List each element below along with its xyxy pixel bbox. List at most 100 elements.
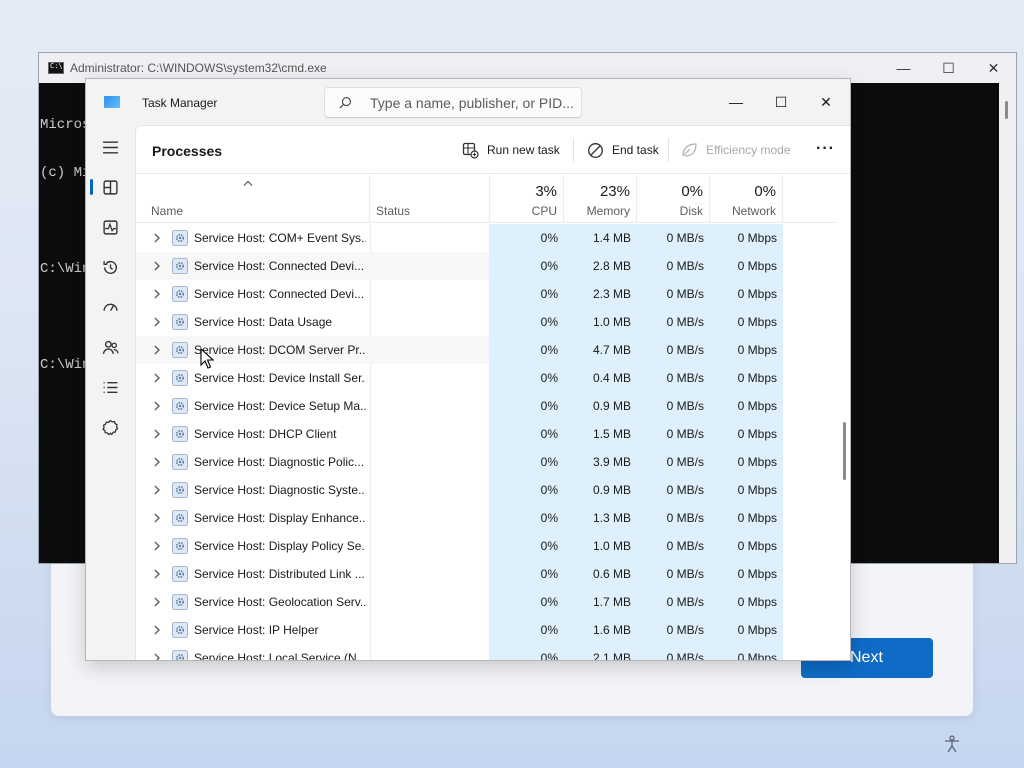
service-gear-icon <box>172 482 188 498</box>
process-disk: 0 MB/s <box>666 287 704 301</box>
chevron-right-icon[interactable] <box>153 261 161 271</box>
process-memory: 0.9 MB <box>592 399 631 413</box>
chevron-right-icon[interactable] <box>153 541 161 551</box>
end-task-label: End task <box>612 143 659 157</box>
process-name: Service Host: DCOM Server Pr... <box>194 343 366 357</box>
run-new-task-button[interactable]: Run new task <box>462 140 560 160</box>
chevron-right-icon[interactable] <box>153 457 161 467</box>
process-cpu: 0% <box>540 539 558 553</box>
accessibility-icon[interactable] <box>942 734 962 754</box>
cmd-maximize-button[interactable]: ☐ <box>926 60 971 77</box>
chevron-right-icon[interactable] <box>153 653 161 661</box>
table-row[interactable]: Service Host: Device Setup Ma... 0% 0.9 MB… <box>136 392 836 420</box>
chevron-right-icon[interactable] <box>153 401 161 411</box>
table-row[interactable]: Service Host: Diagnostic Polic... 0% 3.9 M… <box>136 448 836 476</box>
chevron-right-icon[interactable] <box>153 513 161 523</box>
process-network: 0 Mbps <box>737 343 777 357</box>
table-row[interactable]: Service Host: Diagnostic Syste... 0% 0.9 M… <box>136 476 836 504</box>
column-header-cpu[interactable]: 3% CPU <box>490 175 564 223</box>
chevron-right-icon[interactable] <box>153 429 161 439</box>
table-row[interactable]: Service Host: Data Usage 0% 1.0 MB 0 MB/s 0 … <box>136 308 836 336</box>
cmd-scrollbar-thumb[interactable] <box>1005 101 1008 119</box>
cmd-minimize-button[interactable]: — <box>881 60 926 76</box>
process-memory: 2.3 MB <box>592 287 631 301</box>
process-name: Service Host: Display Policy Se... <box>194 539 366 553</box>
cmd-close-button[interactable]: ✕ <box>971 60 1016 77</box>
nav-item-app-history[interactable] <box>91 251 129 283</box>
nav-menu-button[interactable] <box>91 131 129 163</box>
table-row[interactable]: Service Host: DCOM Server Pr... 0% 4.7 MB 0… <box>136 336 836 364</box>
table-row[interactable]: Service Host: Connected Devi... 0% 2.3 MB 0… <box>136 280 836 308</box>
chevron-right-icon[interactable] <box>153 625 161 635</box>
process-memory: 1.7 MB <box>592 595 631 609</box>
cmd-scrollbar[interactable] <box>999 83 1016 563</box>
process-name: Service Host: Display Enhance... <box>194 511 366 525</box>
nav-item-users[interactable] <box>91 331 129 363</box>
process-cpu: 0% <box>540 231 558 245</box>
process-memory: 1.0 MB <box>592 539 631 553</box>
table-row[interactable]: Service Host: Device Install Ser... 0% 0.4… <box>136 364 836 392</box>
scrollbar-thumb[interactable] <box>843 422 846 480</box>
search-placeholder: Type a name, publisher, or PID... <box>370 95 574 111</box>
process-disk: 0 MB/s <box>666 511 704 525</box>
end-task-button[interactable]: End task <box>587 140 659 160</box>
nav-item-details[interactable] <box>91 371 129 403</box>
tm-titlebar[interactable]: Task Manager Type a name, publisher, or … <box>86 79 850 125</box>
table-row[interactable]: Service Host: Connected Devi... 0% 2.8 MB 0… <box>136 252 836 280</box>
process-name: Service Host: Geolocation Serv... <box>194 595 366 609</box>
process-name: Service Host: Diagnostic Polic... <box>194 455 365 469</box>
column-header-status[interactable]: Status <box>370 175 490 223</box>
nav-item-startup-apps[interactable] <box>91 291 129 323</box>
speedometer-icon <box>102 303 118 311</box>
process-name: Service Host: Device Setup Ma... <box>194 399 366 413</box>
process-disk: 0 MB/s <box>666 483 704 497</box>
table-row[interactable]: Service Host: Geolocation Serv... 0% 1.7 M… <box>136 588 836 616</box>
list-icon <box>103 381 117 393</box>
process-memory: 1.0 MB <box>592 315 631 329</box>
table-row[interactable]: Service Host: IP Helper 0% 1.6 MB 0 MB/s 0 M… <box>136 616 836 644</box>
more-options-button[interactable]: ··· <box>816 140 835 158</box>
table-row[interactable]: Service Host: DHCP Client 0% 1.5 MB 0 MB/s 0… <box>136 420 836 448</box>
end-task-icon <box>588 142 603 158</box>
nav-item-services[interactable] <box>91 411 129 443</box>
tm-close-button[interactable]: ✕ <box>811 87 841 117</box>
process-list: Service Host: COM+ Event Sys... 0% 1.4 MB 0… <box>136 224 836 661</box>
nav-item-processes[interactable] <box>91 171 129 203</box>
processes-panel: Processes Run new task End task Efficien… <box>135 125 850 661</box>
cmd-title: Administrator: C:\WINDOWS\system32\cmd.e… <box>70 61 327 75</box>
efficiency-mode-label: Efficiency mode <box>706 143 791 157</box>
page-title: Processes <box>152 143 223 159</box>
table-row[interactable]: Service Host: Display Enhance... 0% 1.3 MB… <box>136 504 836 532</box>
service-gear-icon <box>172 454 188 470</box>
process-network: 0 Mbps <box>737 567 777 581</box>
tm-minimize-button[interactable]: — <box>721 87 751 117</box>
table-row[interactable]: Service Host: Distributed Link ... 0% 0.6 … <box>136 560 836 588</box>
tm-maximize-button[interactable]: ☐ <box>766 87 796 117</box>
process-memory: 1.4 MB <box>592 231 631 245</box>
chevron-right-icon[interactable] <box>153 345 161 355</box>
chevron-right-icon[interactable] <box>153 373 161 383</box>
chevron-right-icon[interactable] <box>153 597 161 607</box>
nav-item-performance[interactable] <box>91 211 129 243</box>
process-memory: 2.1 MB <box>592 651 631 661</box>
chevron-right-icon[interactable] <box>153 233 161 243</box>
table-row[interactable]: Service Host: Local Service (N... 0% 2.1 M… <box>136 644 836 661</box>
process-list-scrollbar[interactable] <box>839 224 850 660</box>
column-header-network[interactable]: 0% Network <box>710 175 783 223</box>
process-disk: 0 MB/s <box>666 315 704 329</box>
process-cpu: 0% <box>540 343 558 357</box>
column-header-disk[interactable]: 0% Disk <box>637 175 710 223</box>
column-header-memory[interactable]: 23% Memory <box>564 175 637 223</box>
search-input[interactable]: Type a name, publisher, or PID... <box>324 87 582 118</box>
table-row[interactable]: Service Host: COM+ Event Sys... 0% 1.4 MB 0… <box>136 224 836 252</box>
tm-navigation <box>86 125 134 660</box>
process-cpu: 0% <box>540 567 558 581</box>
process-network: 0 Mbps <box>737 539 777 553</box>
chevron-right-icon[interactable] <box>153 569 161 579</box>
table-row[interactable]: Service Host: Display Policy Se... 0% 1.0 … <box>136 532 836 560</box>
chevron-right-icon[interactable] <box>153 289 161 299</box>
chevron-right-icon[interactable] <box>153 317 161 327</box>
efficiency-mode-button[interactable]: Efficiency mode <box>681 140 791 160</box>
column-header-name[interactable]: Name <box>136 175 370 223</box>
chevron-right-icon[interactable] <box>153 485 161 495</box>
